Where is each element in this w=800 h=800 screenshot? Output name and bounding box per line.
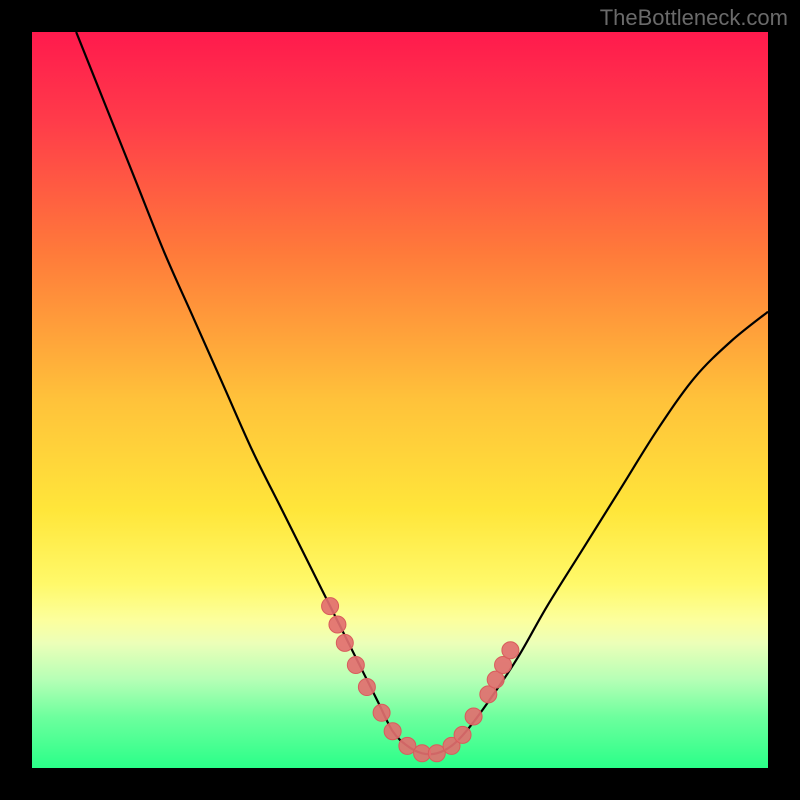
highlight-dot bbox=[347, 656, 364, 673]
highlight-dot bbox=[465, 708, 482, 725]
highlight-dot bbox=[373, 704, 390, 721]
highlight-dot bbox=[329, 616, 346, 633]
plot-area bbox=[32, 32, 768, 768]
highlight-dot bbox=[502, 642, 519, 659]
highlight-dot bbox=[322, 598, 339, 615]
watermark-text: TheBottleneck.com bbox=[600, 5, 788, 31]
highlight-dot bbox=[358, 679, 375, 696]
chart-svg bbox=[32, 32, 768, 768]
highlight-dot bbox=[454, 726, 471, 743]
chart-frame: TheBottleneck.com bbox=[0, 0, 800, 800]
gradient-background bbox=[32, 32, 768, 768]
highlight-dot bbox=[336, 634, 353, 651]
highlight-dot bbox=[384, 723, 401, 740]
